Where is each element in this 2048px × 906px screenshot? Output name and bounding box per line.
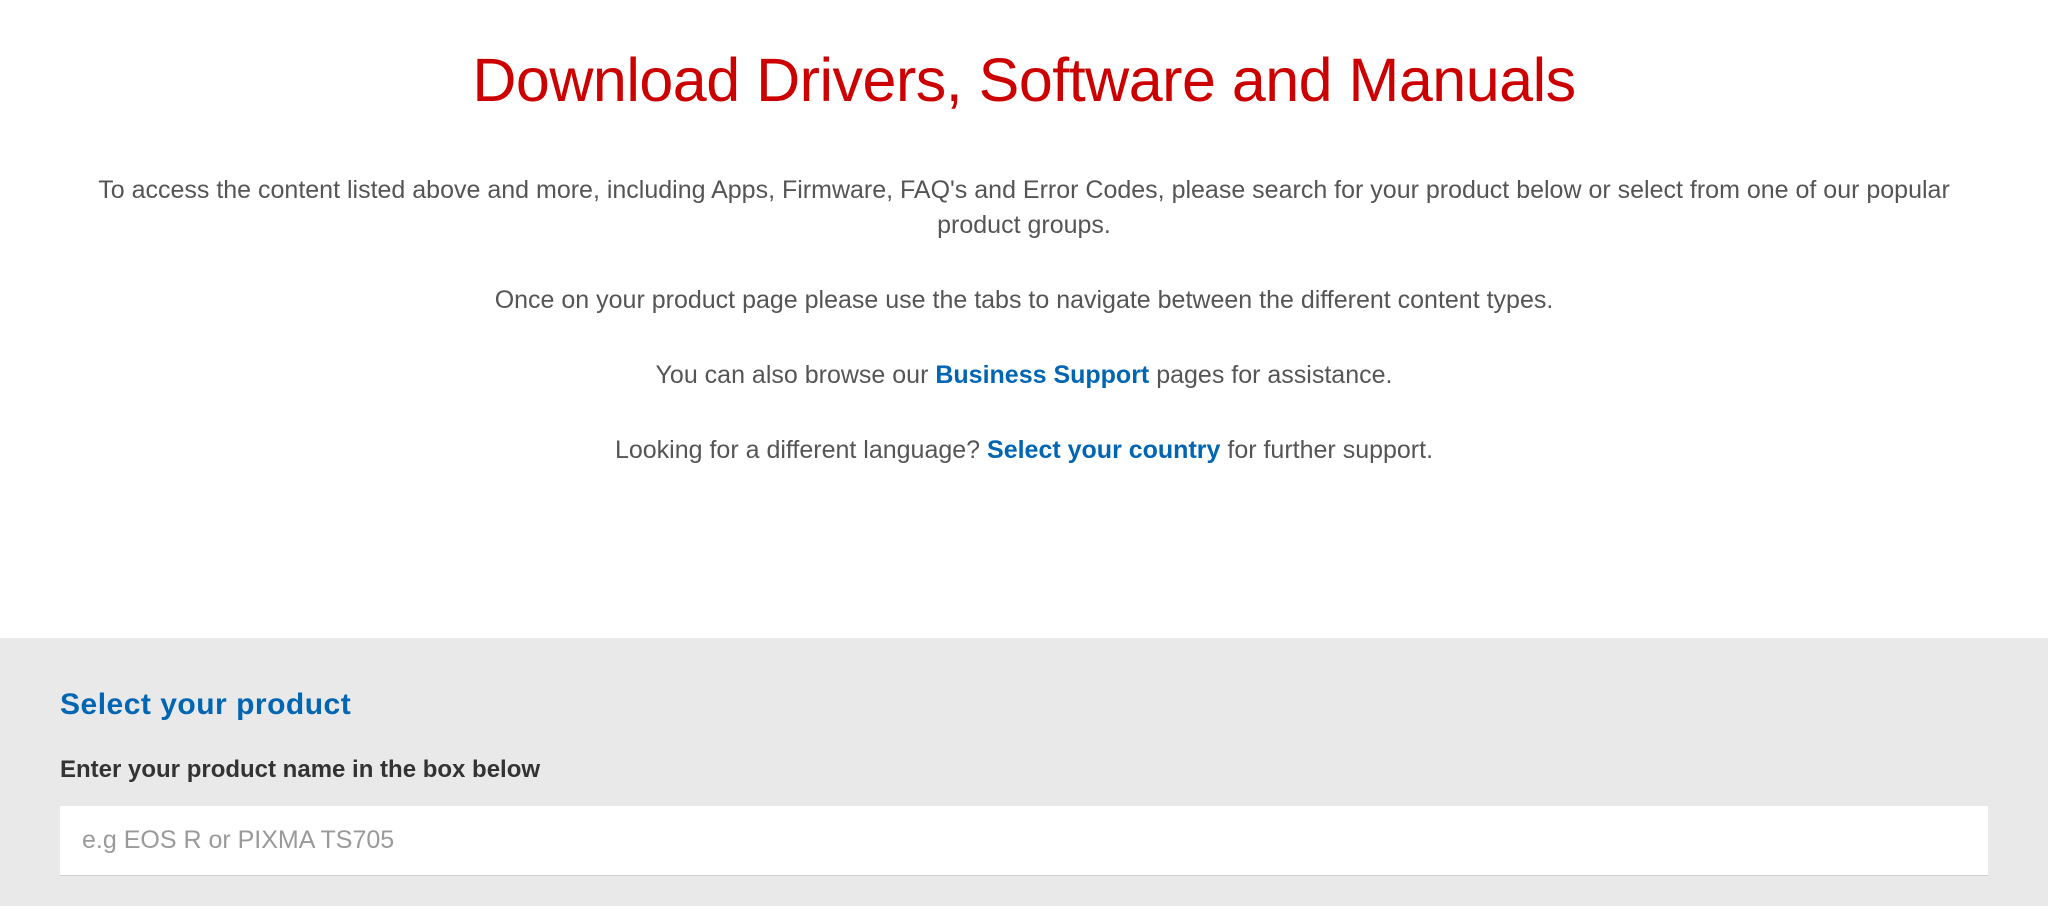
para3-suffix: pages for assistance. (1149, 361, 1392, 389)
page-title: Download Drivers, Software and Manuals (60, 45, 1988, 115)
business-support-link[interactable]: Business Support (935, 361, 1149, 389)
para3-prefix: You can also browse our (656, 361, 936, 389)
product-search-section: Select your product Enter your product n… (0, 638, 2048, 906)
product-search-input[interactable] (60, 806, 1988, 876)
select-country-link[interactable]: Select your country (987, 436, 1220, 464)
header-section: Download Drivers, Software and Manuals T… (0, 0, 2048, 638)
para4-prefix: Looking for a different language? (615, 436, 987, 464)
intro-paragraph-2: Once on your product page please use the… (60, 283, 1988, 318)
intro-paragraph-1: To access the content listed above and m… (60, 173, 1988, 243)
intro-paragraph-4: Looking for a different language? Select… (60, 433, 1988, 468)
intro-paragraph-3: You can also browse our Business Support… (60, 358, 1988, 393)
enter-product-label: Enter your product name in the box below (60, 756, 1988, 784)
para4-suffix: for further support. (1220, 436, 1433, 464)
select-product-heading: Select your product (60, 688, 1988, 722)
